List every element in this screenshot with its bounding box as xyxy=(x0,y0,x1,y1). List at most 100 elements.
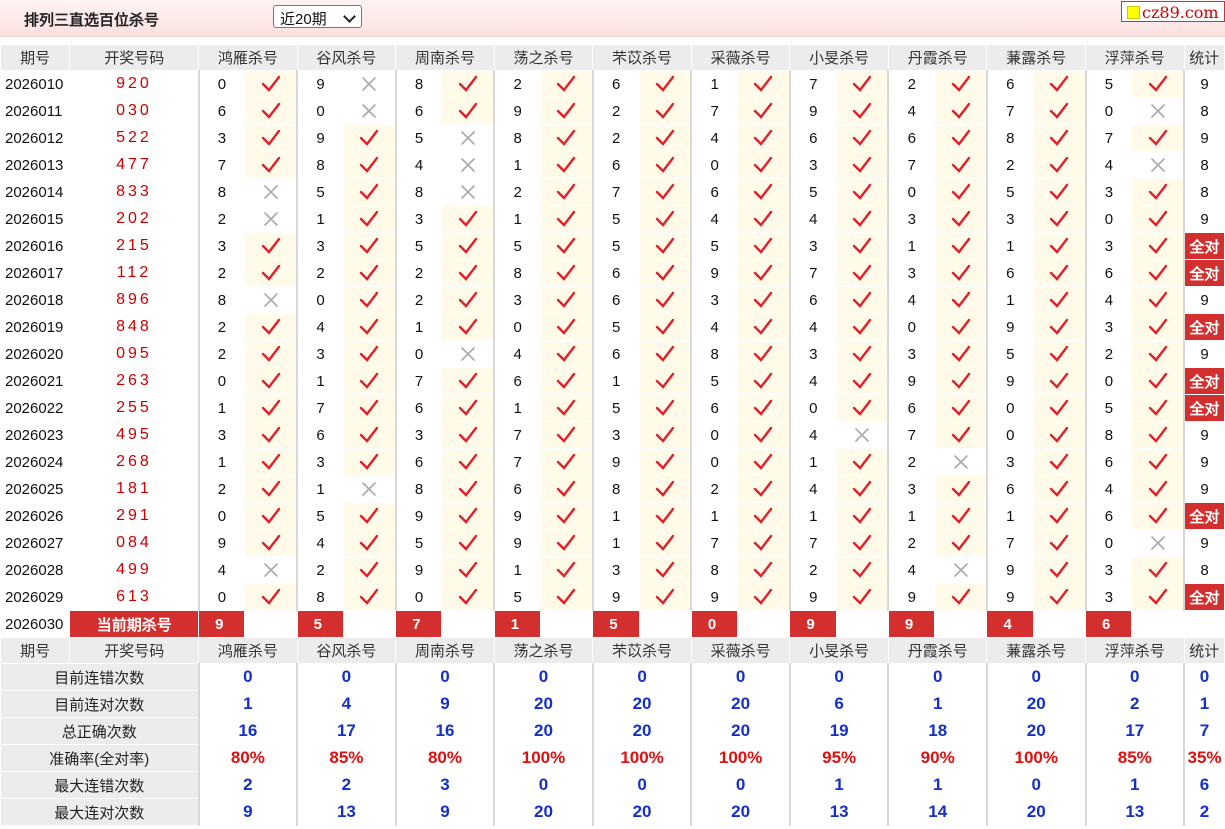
result-mark-cell xyxy=(342,475,397,503)
table-header-row: 期号 开奖号码 鸿雁杀号 谷风杀号 周南杀号 荡之杀号 芣苡杀号 采薇杀号 小旻杀号 丹霞杀号 蒹露… xyxy=(0,637,1225,664)
result-mark-cell xyxy=(244,205,298,233)
result-mark-cell xyxy=(244,70,298,98)
table-row: 2026021 263 0 1 7 6 1 5 4 9 9 0 全对 xyxy=(0,367,1225,395)
kill-digit-cell: 5 xyxy=(394,529,443,557)
kill-digit-cell: 1 xyxy=(591,529,640,557)
result-mark-cell xyxy=(934,70,988,98)
result-mark-cell xyxy=(1032,286,1087,314)
stats-value: 0 xyxy=(985,771,1087,799)
result-mark-cell xyxy=(539,475,594,503)
check-icon xyxy=(852,318,872,335)
result-mark-cell xyxy=(244,394,298,422)
result-mark-cell xyxy=(1131,259,1185,287)
period-cell: 2026017 xyxy=(0,259,71,287)
kill-digit-cell: 6 xyxy=(1084,502,1133,530)
result-mark-cell xyxy=(539,448,594,476)
result-mark-cell xyxy=(1131,232,1185,260)
period-range-select[interactable]: 近20期 xyxy=(273,5,362,28)
check-icon xyxy=(458,561,478,578)
check-icon xyxy=(951,291,970,308)
result-mark-cell xyxy=(835,124,889,152)
cross-icon xyxy=(461,158,475,172)
result-mark-cell xyxy=(737,421,791,449)
stats-value: 100% xyxy=(690,744,791,772)
result-mark-cell xyxy=(1032,124,1087,152)
cross-icon xyxy=(461,347,475,361)
count-cell: 9 xyxy=(1183,529,1225,557)
result-mark-cell xyxy=(244,232,298,260)
kill-digit-cell: 3 xyxy=(788,232,837,260)
kill-digit-cell: 2 xyxy=(197,259,246,287)
result-mark-cell xyxy=(737,286,791,314)
column-header: 小旻杀号 xyxy=(789,44,889,71)
check-icon xyxy=(1148,426,1167,443)
check-icon xyxy=(754,129,773,146)
kill-digit-cell: 1 xyxy=(493,205,541,233)
kill-digit-cell: 8 xyxy=(493,124,541,152)
kill-digit-cell: 6 xyxy=(591,286,640,314)
column-header: 开奖号码 xyxy=(69,637,200,664)
result-mark-cell xyxy=(934,124,988,152)
column-header: 谷风杀号 xyxy=(296,637,397,664)
result-mark-cell xyxy=(737,151,791,179)
check-icon xyxy=(557,291,576,308)
check-icon xyxy=(852,588,872,605)
check-icon xyxy=(261,399,280,416)
result-mark-cell xyxy=(244,124,298,152)
result-mark-cell xyxy=(934,259,988,287)
result-mark-cell xyxy=(934,502,988,530)
stats-value: 9 xyxy=(394,690,495,718)
result-mark-cell xyxy=(638,529,692,557)
check-icon xyxy=(557,588,576,605)
result-mark-cell xyxy=(835,259,889,287)
check-icon xyxy=(360,534,379,551)
result-mark-cell xyxy=(1131,394,1185,422)
check-icon xyxy=(261,453,280,470)
check-icon xyxy=(360,588,379,605)
kill-digit-cell: 6 xyxy=(887,124,936,152)
kill-digit-cell: 3 xyxy=(591,556,640,584)
table-row: 2026018 896 8 0 2 3 6 3 6 4 1 4 9 xyxy=(0,286,1225,314)
result-mark-cell xyxy=(737,394,791,422)
period-cell: 2026016 xyxy=(0,232,71,260)
result-mark-cell xyxy=(835,394,889,422)
check-icon xyxy=(1148,588,1167,605)
check-icon xyxy=(754,345,773,362)
kill-digit-cell: 0 xyxy=(1084,97,1133,125)
check-icon xyxy=(557,507,576,524)
check-icon xyxy=(852,399,872,416)
column-header: 蒹露杀号 xyxy=(986,637,1087,664)
result-mark-cell xyxy=(1032,448,1087,476)
kill-digit-cell: 2 xyxy=(197,313,246,341)
column-header: 丹霞杀号 xyxy=(887,637,988,664)
kill-digit-cell: 0 xyxy=(985,394,1034,422)
kill-digit-cell: 7 xyxy=(493,448,541,476)
stats-value: 85% xyxy=(1084,744,1185,772)
kill-digit-cell: 6 xyxy=(1084,448,1133,476)
stats-value: 2 xyxy=(296,771,397,799)
result-mark-cell xyxy=(342,232,397,260)
site-logo[interactable]: cz89.com xyxy=(1121,1,1225,22)
stats-value: 14 xyxy=(887,798,988,826)
table-row: 2026017 112 2 2 2 8 6 9 7 3 6 6 全对 xyxy=(0,259,1225,287)
check-icon xyxy=(852,102,872,119)
check-icon xyxy=(1148,264,1167,281)
check-icon xyxy=(852,75,872,92)
check-icon xyxy=(852,345,872,362)
kill-digit-cell: 2 xyxy=(493,178,541,206)
kill-digit-cell: 5 xyxy=(1084,70,1133,98)
current-kill-blank xyxy=(737,610,791,638)
kill-digit-cell: 4 xyxy=(690,313,739,341)
stats-value: 9 xyxy=(394,798,495,826)
kill-digit-cell: 8 xyxy=(296,151,344,179)
check-icon xyxy=(261,588,280,605)
kill-digit-cell: 5 xyxy=(591,205,640,233)
check-icon xyxy=(1148,129,1167,146)
result-mark-cell xyxy=(539,394,594,422)
kill-digit-cell: 7 xyxy=(690,529,739,557)
draw-number-cell: 215 xyxy=(69,232,200,260)
period-cell: 2026015 xyxy=(0,205,71,233)
cross-icon xyxy=(1150,536,1165,550)
check-icon xyxy=(754,75,773,92)
check-icon xyxy=(261,345,280,362)
